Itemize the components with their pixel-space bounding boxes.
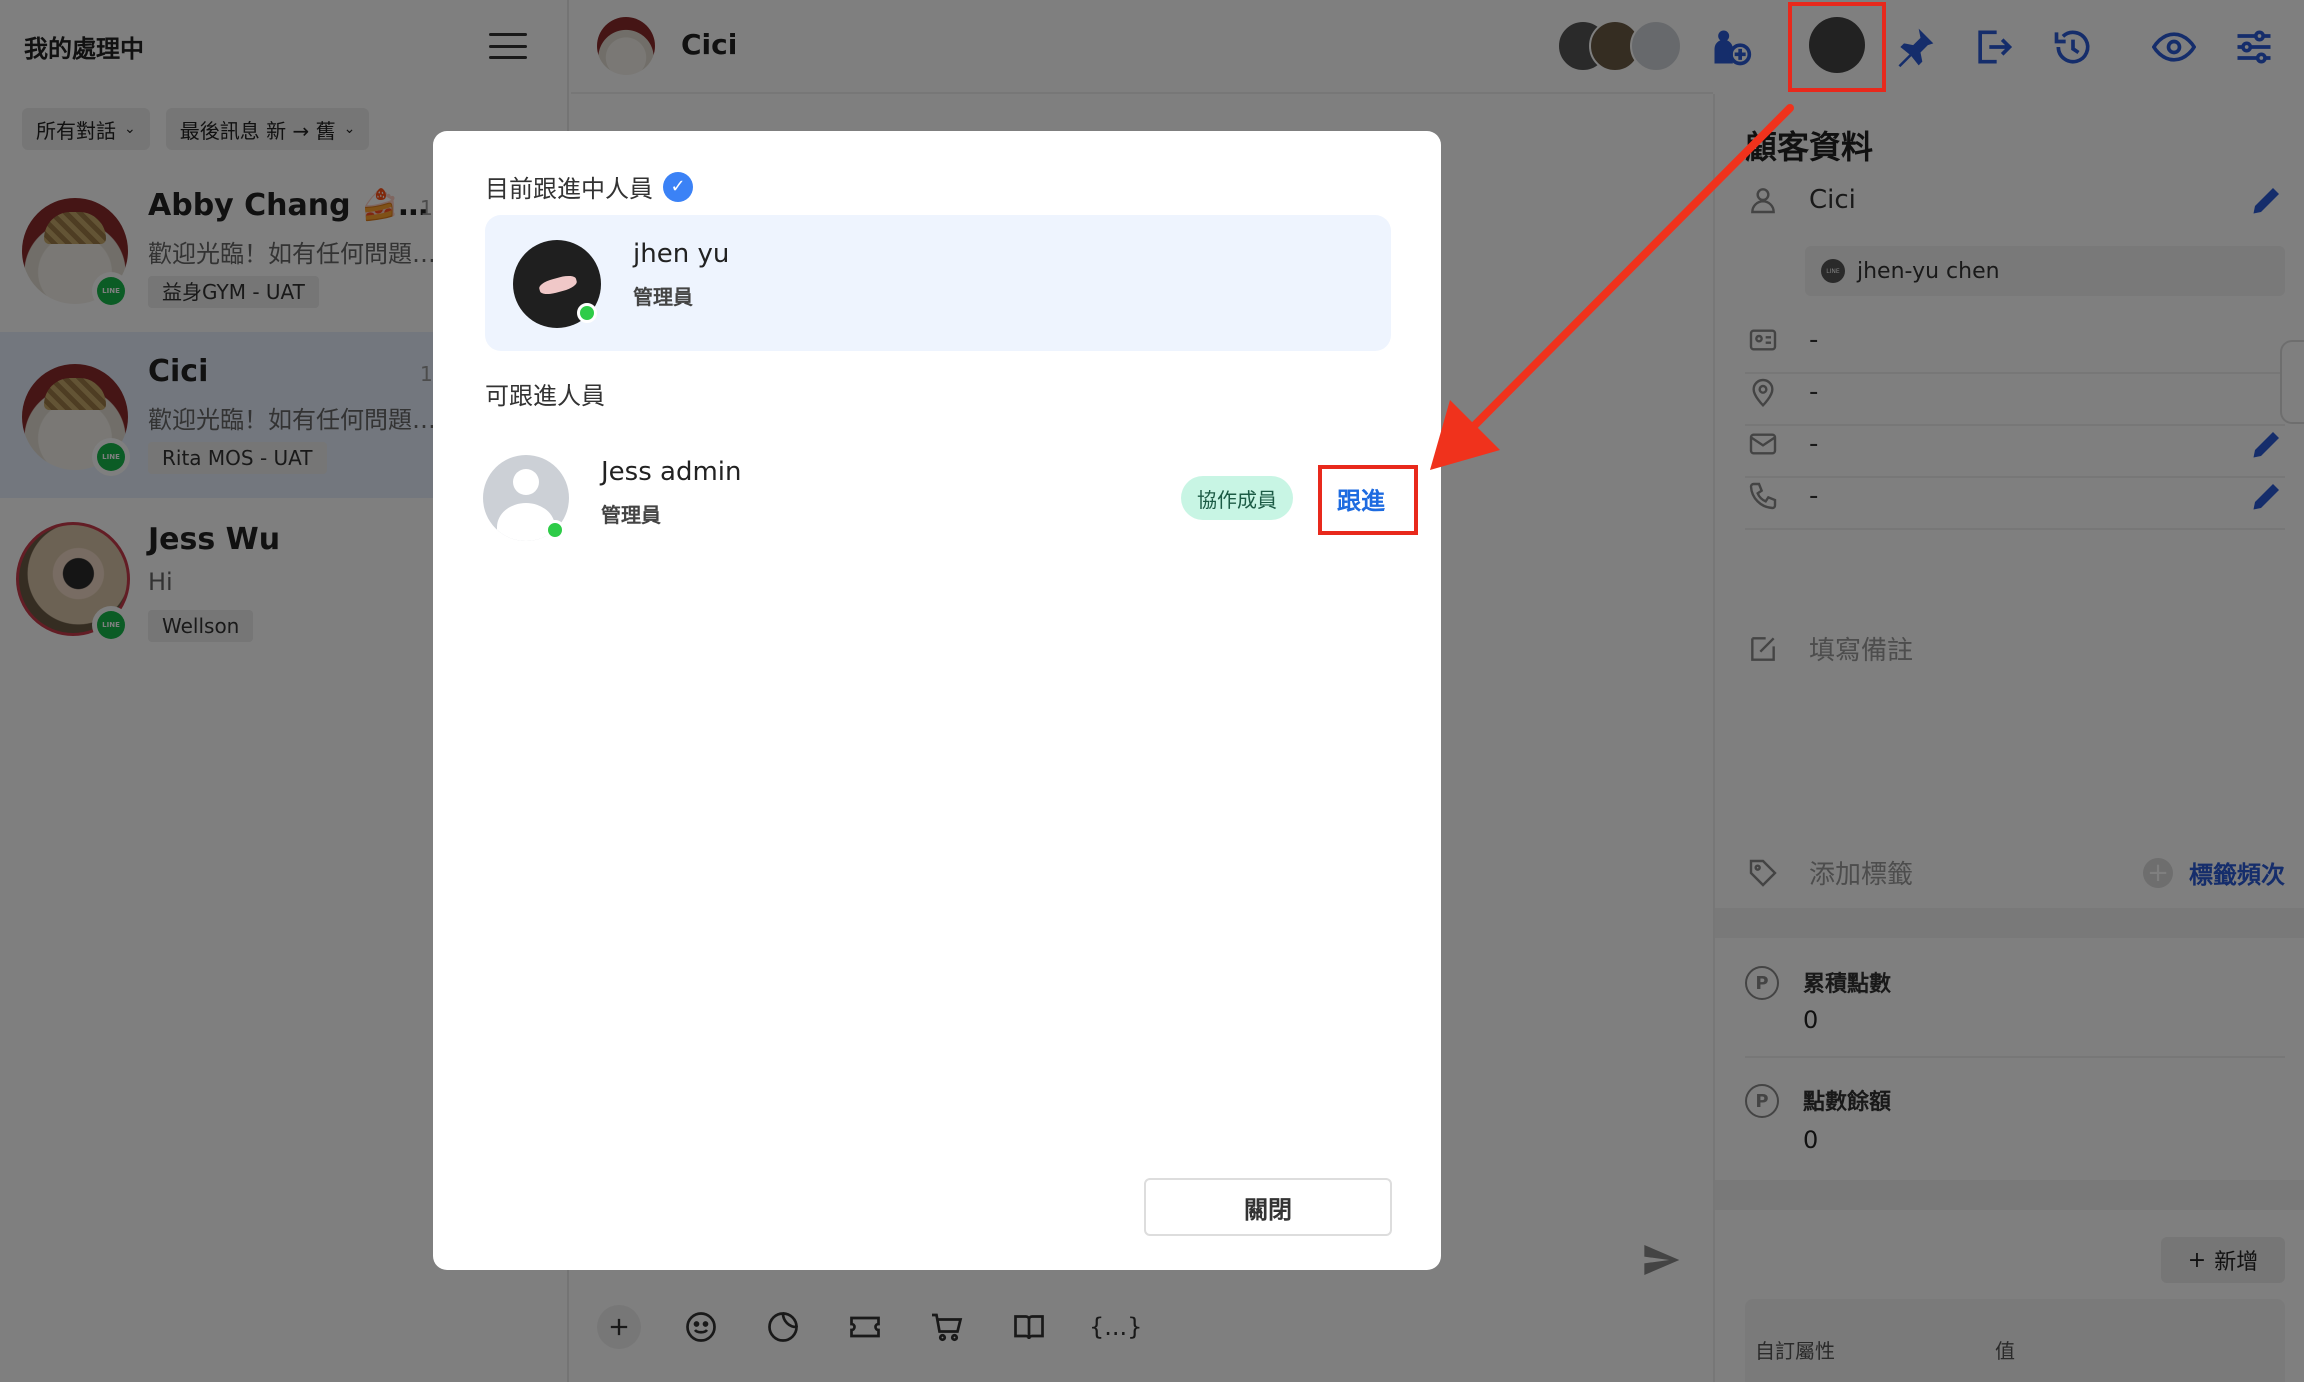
highlight-box xyxy=(1788,2,1886,92)
close-button[interactable]: 關閉 xyxy=(1144,1178,1392,1236)
available-follower-role: 管理員 xyxy=(601,503,661,527)
highlight-box xyxy=(1318,465,1418,535)
online-status-icon xyxy=(577,303,597,323)
available-follower-name: Jess admin xyxy=(601,457,742,487)
current-follower-title: 目前跟進中人員 xyxy=(485,175,653,203)
current-follower-heading: 目前跟進中人員 ✓ xyxy=(485,169,693,204)
available-followers-title: 可跟進人員 xyxy=(485,382,605,410)
current-follower-name: jhen yu xyxy=(633,239,730,269)
current-follower-card: jhen yu 管理員 xyxy=(485,215,1391,351)
online-status-icon xyxy=(545,520,565,540)
assignee-modal: 目前跟進中人員 ✓ jhen yu 管理員 可跟進人員 Jess admin 管… xyxy=(433,131,1441,1270)
collaborator-badge: 協作成員 xyxy=(1181,476,1293,520)
check-circle-icon: ✓ xyxy=(663,171,693,202)
current-follower-role: 管理員 xyxy=(633,285,693,309)
